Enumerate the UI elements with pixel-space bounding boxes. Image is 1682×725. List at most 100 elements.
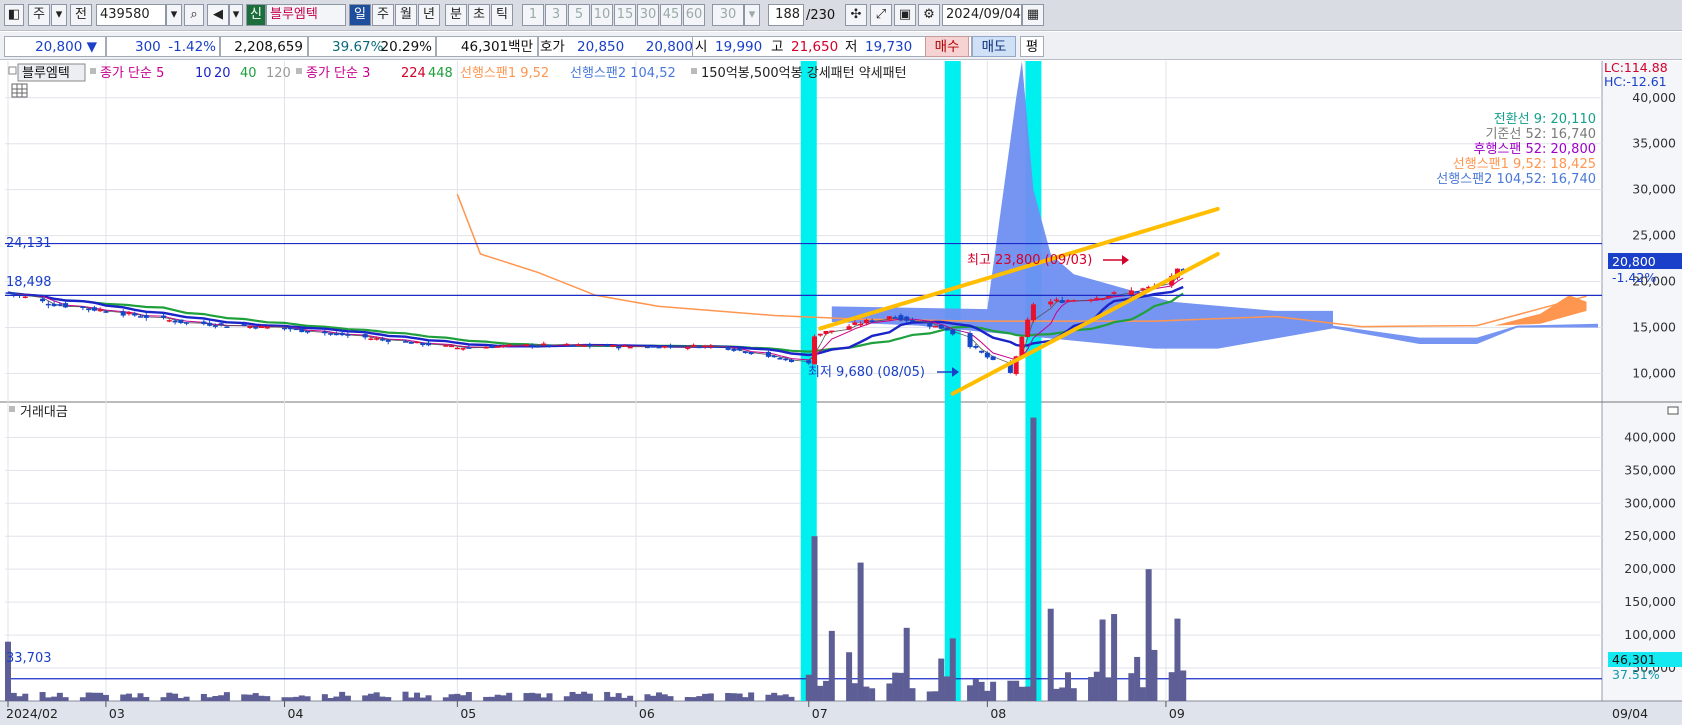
legend-ma1-10[interactable]: 10 [195, 66, 212, 81]
price-tick-label: 10,000 [1632, 365, 1676, 380]
legend-ma2-448[interactable]: 448 [428, 66, 453, 81]
candle [564, 343, 570, 346]
volume-bar [506, 692, 513, 701]
stock-name[interactable]: 블루엠텍 [266, 4, 346, 26]
tab-week[interactable]: 주 [372, 4, 394, 26]
chevron-down-icon[interactable]: ▾ [166, 4, 182, 26]
interval-3[interactable]: 3 [545, 4, 567, 26]
candle [5, 292, 11, 294]
gear-icon[interactable]: ⚙ [918, 4, 940, 26]
interval-15[interactable]: 15 [614, 4, 636, 26]
candle [11, 292, 17, 295]
legend-ma2[interactable]: 종가 단순 3 [306, 66, 370, 81]
buy-button[interactable]: 매수 [925, 36, 969, 57]
interval-select[interactable]: 30 [712, 4, 744, 26]
legend-span1[interactable]: 선행스팬1 9,52 [460, 65, 549, 81]
tab-day[interactable]: 일 [349, 4, 371, 26]
candle [241, 324, 247, 326]
candle [984, 352, 990, 358]
candle [138, 316, 143, 318]
volume-bar [45, 697, 52, 701]
interval-10[interactable]: 10 [591, 4, 613, 26]
interval-60[interactable]: 60 [683, 4, 705, 26]
search-icon[interactable]: ⌕ [184, 4, 204, 26]
period-select[interactable]: 주 [28, 4, 50, 26]
candle [535, 345, 541, 348]
volume-bar [287, 697, 294, 701]
zoom-icon[interactable]: ⤢ [870, 4, 892, 26]
interval-1[interactable]: 1 [522, 4, 544, 26]
tab-month[interactable]: 월 [395, 4, 417, 26]
interval-5[interactable]: 5 [568, 4, 590, 26]
volume-bar [972, 679, 979, 701]
volume-bar [39, 692, 46, 701]
crosshair-icon[interactable]: ✣ [845, 4, 867, 26]
candle [253, 326, 259, 329]
candle [927, 322, 933, 327]
lc-label: LC:114.88 [1604, 61, 1668, 75]
volume-bar [51, 696, 58, 701]
save-icon[interactable]: ▣ [894, 4, 916, 26]
volume-bar [696, 696, 703, 701]
volume-bar [932, 691, 939, 701]
candle [22, 296, 28, 298]
volume-bar [1070, 688, 1077, 701]
volume-bar [1093, 671, 1100, 701]
volume-bar [483, 696, 490, 701]
price-change: 300 [135, 39, 161, 55]
candle [570, 345, 576, 347]
table-icon[interactable] [11, 83, 28, 98]
calendar-icon[interactable]: ▦ [1022, 4, 1044, 26]
legend-ma1[interactable]: 종가 단순 5 [100, 66, 164, 81]
chevron-down-icon[interactable]: ▾ [51, 4, 67, 26]
volume-bar [984, 690, 991, 701]
volume-bar [1099, 619, 1106, 701]
volume-bar [857, 562, 864, 701]
chevron-down-icon[interactable]: ▾ [744, 4, 760, 26]
candle [460, 348, 466, 350]
legend-pattern[interactable]: 150억봉,500억봉 강세패턴 약세패턴 [701, 66, 907, 81]
date-input[interactable]: 2024/09/04 [942, 4, 1022, 26]
legend-ma2-224[interactable]: 224 [401, 66, 426, 81]
stock-chart[interactable]: 40,00035,00030,00025,00020,00015,00010,0… [0, 61, 1682, 725]
sell-button[interactable]: 매도 [972, 36, 1016, 57]
stock-code-input[interactable]: 439580 [96, 4, 166, 26]
ichimoku-info-line: 기준선 52: 16,740 [1485, 127, 1596, 142]
volume-bar [304, 696, 311, 701]
tab-minute[interactable]: 분 [445, 4, 467, 26]
candle [691, 344, 697, 347]
volume-bar [776, 695, 783, 701]
candle [581, 345, 587, 347]
volume-bar [172, 693, 179, 701]
volume-level-label: 33,703 [6, 651, 52, 666]
count-input[interactable]: 188 [768, 4, 804, 26]
candle [529, 344, 535, 347]
interval-30[interactable]: 30 [637, 4, 659, 26]
tab-tick[interactable]: 틱 [491, 4, 513, 26]
legend-span2[interactable]: 선행스팬2 104,52 [570, 65, 676, 81]
legend-ma1-40[interactable]: 40 [240, 66, 257, 81]
volume-tick-label: 400,000 [1624, 429, 1676, 444]
close-icon[interactable] [1667, 406, 1679, 415]
tab-year[interactable]: 년 [418, 4, 440, 26]
ichimoku-info-line: 선행스팬1 9,52: 18,425 [1453, 156, 1596, 172]
volume-bar [615, 693, 622, 701]
candle [403, 341, 408, 343]
candle [161, 315, 167, 318]
speaker-icon[interactable]: ◀ [207, 4, 229, 26]
prev-button[interactable]: 전 [70, 4, 92, 26]
volume-bar [1018, 686, 1025, 701]
candle [765, 351, 771, 357]
high-price: 21,650 [791, 39, 839, 55]
volume-bar [241, 694, 248, 701]
volume-bar [627, 695, 634, 701]
legend-ma1-120[interactable]: 120 [266, 66, 291, 81]
layout-icon[interactable]: ◧ [4, 4, 24, 26]
volume-bar [609, 696, 616, 701]
chevron-down-icon[interactable]: ▾ [229, 4, 243, 26]
interval-45[interactable]: 45 [660, 4, 682, 26]
volume-bar [218, 695, 225, 701]
legend-ma1-20[interactable]: 20 [214, 66, 231, 81]
tab-second[interactable]: 초 [468, 4, 490, 26]
avg-button[interactable]: 평 [1020, 36, 1044, 57]
